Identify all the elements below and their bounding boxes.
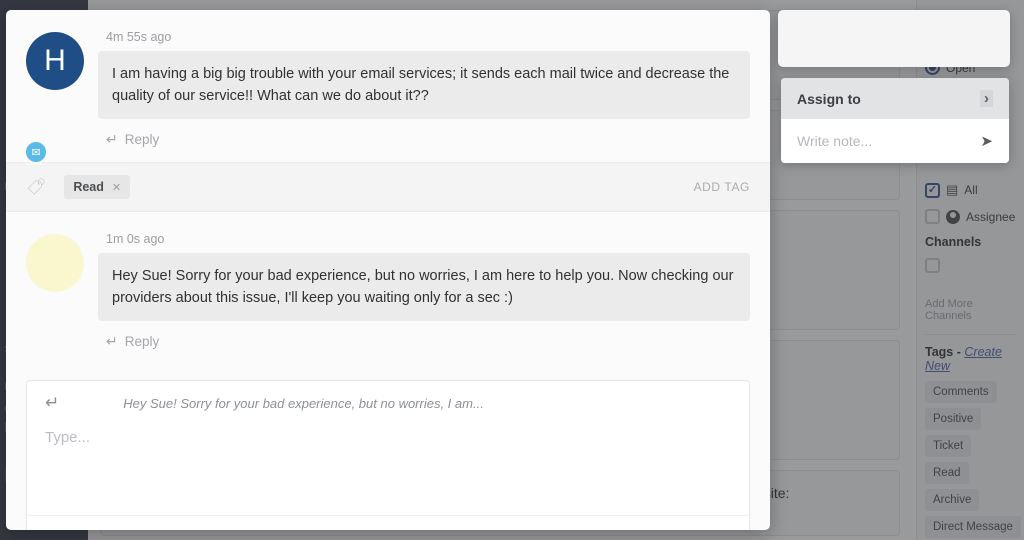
message-text: I am having a big big trouble with your … bbox=[98, 51, 750, 120]
reply-composer: ↵ Hey Sue! Sorry for your bad experience… bbox=[26, 380, 750, 530]
assign-to-item[interactable]: Assign to › bbox=[781, 78, 1009, 119]
avatar-wrap: H ✉ bbox=[24, 28, 84, 165]
message-item: H ✉ 4m 55s ago I am having a big big tro… bbox=[6, 10, 770, 165]
composer-footer: ☺ Quick Reply Send Send + Solved bbox=[27, 515, 749, 530]
tag-bar: 🏷 Read ✕ ADD TAG bbox=[6, 162, 770, 213]
note-input[interactable]: Write note... bbox=[797, 133, 872, 149]
tag-icon: 🏷 bbox=[26, 179, 47, 197]
close-icon[interactable]: ✕ bbox=[112, 181, 121, 194]
send-icon[interactable]: ➤ bbox=[980, 132, 993, 150]
quoted-message-text: Hey Sue! Sorry for your bad experience, … bbox=[123, 395, 484, 411]
top-right-popover[interactable] bbox=[778, 10, 1010, 67]
message-item: 1m 0s ago Hey Sue! Sorry for your bad ex… bbox=[6, 212, 770, 365]
avatar bbox=[26, 234, 84, 293]
avatar: H bbox=[26, 32, 84, 90]
tag-chip-read[interactable]: Read ✕ bbox=[64, 175, 131, 200]
note-input-row: Write note... ➤ bbox=[781, 119, 1009, 163]
message-timestamp: 1m 0s ago bbox=[106, 232, 165, 247]
email-icon: ✉ bbox=[24, 140, 48, 165]
composer-header: ↵ Hey Sue! Sorry for your bad experience… bbox=[27, 381, 749, 419]
message-timestamp: 4m 55s ago bbox=[106, 30, 172, 44]
message-text: Hey Sue! Sorry for your bad experience, … bbox=[98, 253, 750, 322]
assign-popover: Assign to › Write note... ➤ bbox=[781, 78, 1009, 163]
reply-arrow-icon: ↵ bbox=[106, 333, 118, 350]
reply-button[interactable]: ↵ Reply bbox=[98, 321, 750, 364]
reply-button[interactable]: ↵ Reply bbox=[98, 119, 750, 162]
assign-to-label: Assign to bbox=[797, 90, 861, 107]
reply-arrow-icon: ↵ bbox=[106, 131, 118, 148]
conversation-modal: H ✉ 4m 55s ago I am having a big big tro… bbox=[6, 10, 770, 530]
tag-chip-label: Read bbox=[73, 180, 104, 195]
reply-label: Reply bbox=[124, 132, 160, 148]
reply-input[interactable]: Type... bbox=[27, 419, 749, 515]
add-tag-button[interactable]: ADD TAG bbox=[694, 180, 750, 194]
avatar-wrap bbox=[26, 230, 84, 364]
reply-arrow-icon[interactable]: ↵ bbox=[45, 393, 59, 413]
reply-label: Reply bbox=[124, 334, 160, 350]
composer-wrap: ↵ Hey Sue! Sorry for your bad experience… bbox=[6, 364, 770, 530]
chevron-right-icon[interactable]: › bbox=[980, 90, 993, 107]
